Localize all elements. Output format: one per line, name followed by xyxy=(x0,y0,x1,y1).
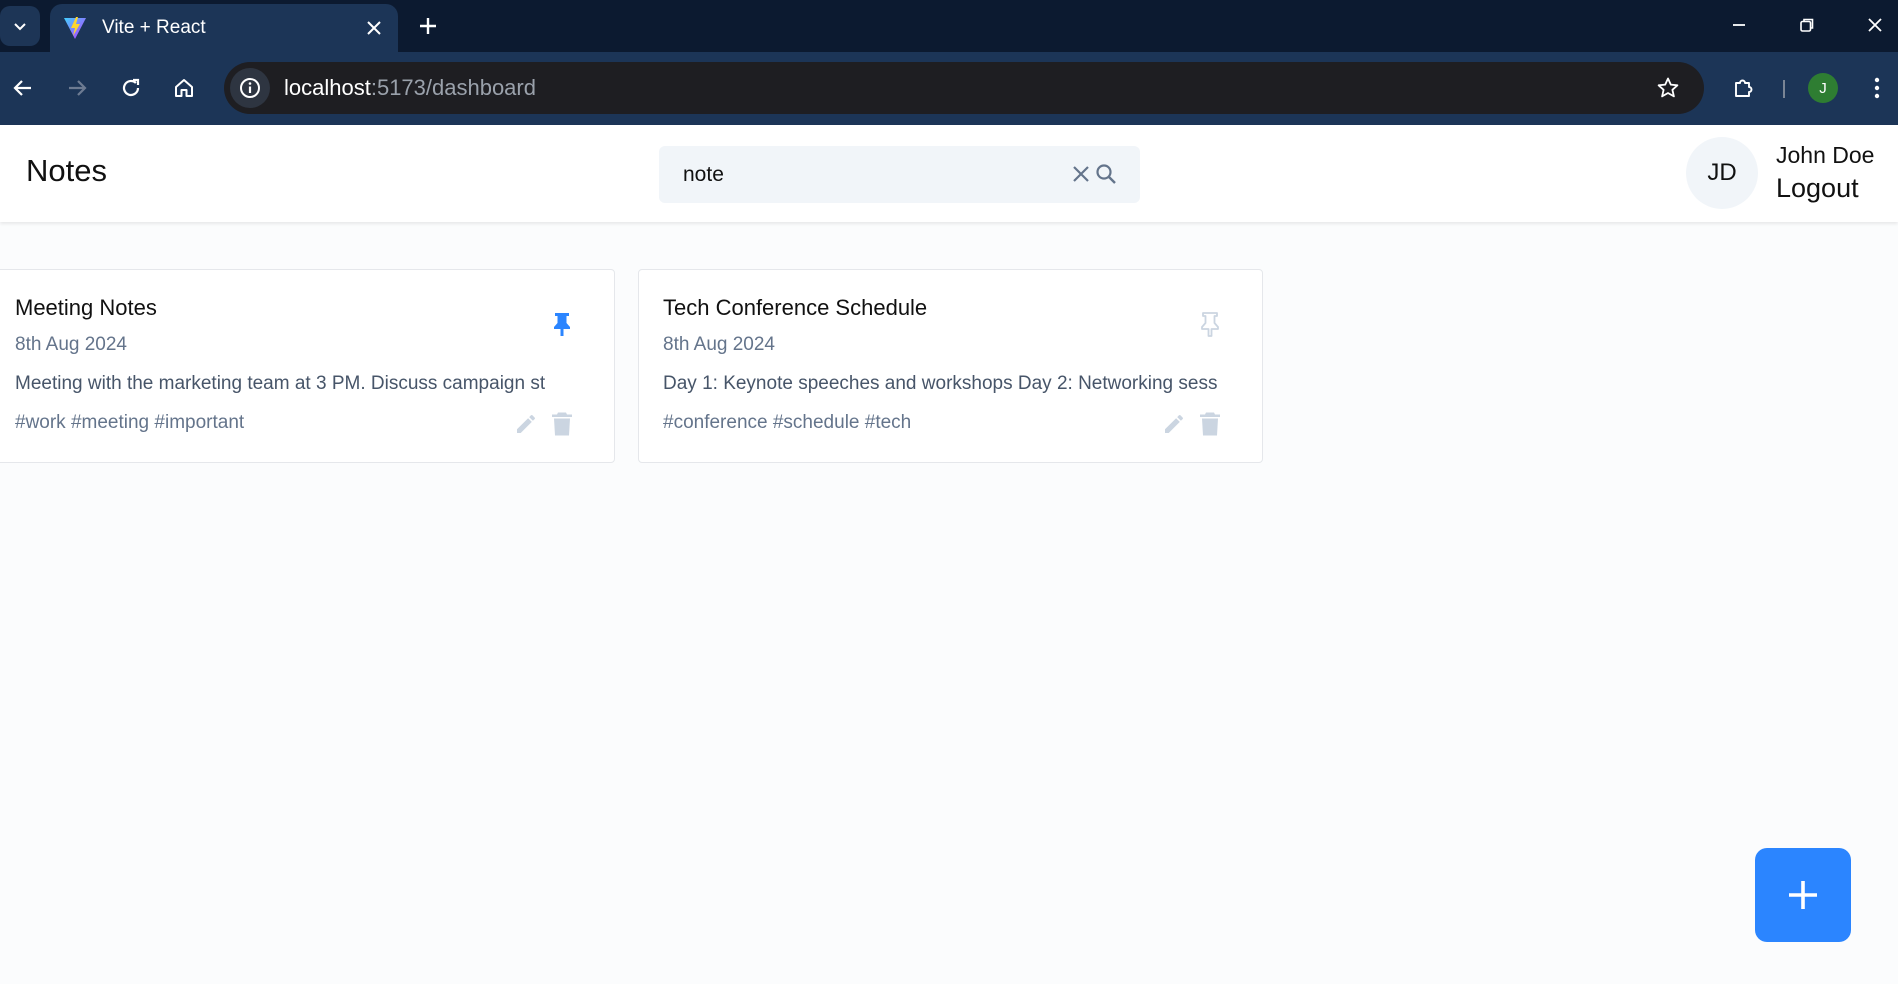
note-title: Meeting Notes xyxy=(15,295,157,320)
trash-icon[interactable] xyxy=(1196,409,1224,439)
browser-tab[interactable]: Vite + React xyxy=(50,4,398,52)
bookmark-button[interactable] xyxy=(1648,68,1688,108)
note-tags: #conference #schedule #tech xyxy=(663,412,912,433)
pencil-icon[interactable] xyxy=(512,409,540,439)
star-icon xyxy=(1657,77,1679,98)
minimize-icon xyxy=(1733,24,1745,26)
user-name: John Doe xyxy=(1776,142,1875,168)
url-text[interactable]: localhost:5173/dashboard xyxy=(284,75,1648,101)
more-vertical-icon xyxy=(1874,77,1880,99)
reload-button[interactable] xyxy=(111,68,151,108)
puzzle-icon xyxy=(1735,79,1753,97)
reload-icon xyxy=(122,78,140,97)
tab-strip: Vite + React xyxy=(0,0,1898,52)
note-date: 8th Aug 2024 xyxy=(663,334,775,355)
url-path: :5173/dashboard xyxy=(370,75,536,100)
tab-search-button[interactable] xyxy=(0,6,40,46)
minimize-button[interactable] xyxy=(1712,6,1766,44)
back-button[interactable] xyxy=(3,68,43,108)
search-bar xyxy=(659,146,1140,203)
pencil-icon[interactable] xyxy=(1160,409,1188,439)
extensions-button[interactable] xyxy=(1724,68,1764,108)
note-content: Day 1: Keynote speeches and workshops Da… xyxy=(663,373,1218,394)
close-icon xyxy=(1868,18,1882,32)
search-icon[interactable] xyxy=(1093,161,1119,187)
user-avatar: JD xyxy=(1686,137,1758,209)
note-tags: #work #meeting #important xyxy=(15,412,245,433)
chevron-down-icon xyxy=(14,23,26,31)
pin-icon[interactable] xyxy=(1196,308,1224,340)
toolbar-divider xyxy=(1783,80,1785,98)
app-navbar: Notes JD John Doe Logout xyxy=(0,125,1898,222)
profile-avatar[interactable]: J xyxy=(1808,73,1838,103)
restore-icon xyxy=(1800,18,1814,32)
close-window-button[interactable] xyxy=(1848,6,1898,44)
info-icon xyxy=(240,78,260,98)
note-title: Tech Conference Schedule xyxy=(663,295,928,320)
note-content: Meeting with the marketing team at 3 PM.… xyxy=(15,373,546,394)
arrow-right-icon xyxy=(69,80,87,96)
restore-button[interactable] xyxy=(1780,6,1834,44)
search-input[interactable] xyxy=(683,162,1063,187)
site-info-button[interactable] xyxy=(230,68,270,108)
trash-icon[interactable] xyxy=(548,409,576,439)
home-icon xyxy=(175,79,193,97)
address-bar[interactable]: localhost:5173/dashboard xyxy=(224,62,1704,114)
tab-title: Vite + React xyxy=(102,17,206,38)
home-button[interactable] xyxy=(164,68,204,108)
plus-icon xyxy=(1789,881,1817,909)
new-tab-button[interactable] xyxy=(412,10,444,42)
forward-button[interactable] xyxy=(57,68,97,108)
note-date: 8th Aug 2024 xyxy=(15,334,127,355)
pin-icon[interactable] xyxy=(548,308,576,340)
note-card[interactable]: Tech Conference Schedule 8th Aug 2024 Da… xyxy=(638,269,1263,463)
plus-icon xyxy=(420,18,436,34)
tab-close-icon[interactable] xyxy=(362,16,386,40)
vite-logo-icon xyxy=(62,15,88,41)
close-icon[interactable] xyxy=(1069,162,1093,186)
browser-menu-button[interactable] xyxy=(1862,68,1892,108)
browser-chrome: Vite + React localhost:5173/dashboard J xyxy=(0,0,1898,125)
add-note-button[interactable] xyxy=(1755,848,1851,942)
logout-button[interactable]: Logout xyxy=(1776,173,1859,204)
note-card[interactable]: Meeting Notes 8th Aug 2024 Meeting with … xyxy=(0,269,615,463)
arrow-left-icon xyxy=(13,80,31,96)
url-host: localhost xyxy=(284,75,371,100)
browser-toolbar: localhost:5173/dashboard J xyxy=(0,52,1898,125)
page-title: Notes xyxy=(26,153,107,188)
